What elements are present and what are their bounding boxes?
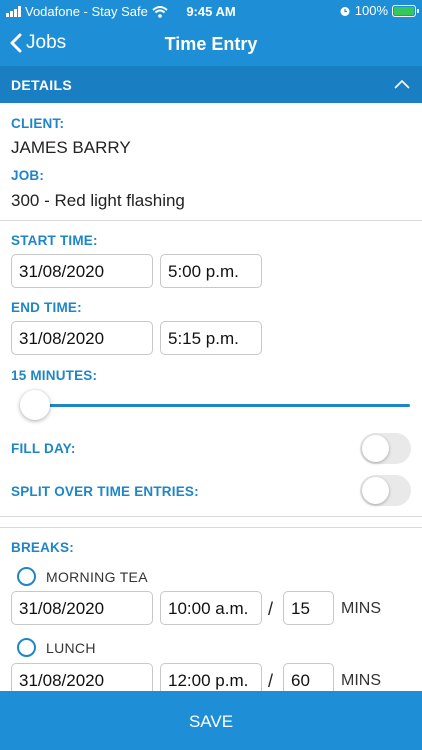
divider [0,527,422,528]
mins-label: MINS [341,672,381,689]
status-right: 100% [339,3,419,18]
separator-slash: / [268,599,274,619]
toggle-knob [362,477,389,504]
split-label: SPLIT OVER TIME ENTRIES: [11,484,199,499]
divider [0,220,422,221]
end-time-label: END TIME: [11,300,82,315]
details-header-label: DETAILS [11,77,72,93]
morning-tea-time-field[interactable]: 10:00 a.m. [160,591,262,625]
client-label: CLIENT: [11,116,65,131]
morning-tea-minutes-field[interactable]: 15 [283,591,334,625]
separator-slash: / [268,671,274,691]
lunch-radio[interactable] [17,638,36,657]
chevron-up-icon[interactable] [394,78,410,90]
toggle-knob [362,435,389,462]
job-label: JOB: [11,168,45,183]
top-bar: Vodafone - Stay Safe 9:45 AM 100% Jobs T… [0,0,422,66]
page-title: Time Entry [164,34,258,54]
fill-day-toggle[interactable] [360,433,411,464]
alarm-icon [340,6,350,16]
nav-bar: Jobs Time Entry [0,22,422,66]
duration-slider-thumb[interactable] [20,390,50,420]
lunch-label: LUNCH [46,640,96,656]
mins-label: MINS [341,600,381,617]
duration-slider-track[interactable] [30,404,410,407]
fill-day-label: FILL DAY: [11,441,76,456]
morning-tea-radio[interactable] [17,567,36,586]
start-time-field[interactable]: 5:00 p.m. [160,254,262,288]
save-button[interactable]: SAVE [0,691,422,750]
start-time-label: START TIME: [11,233,98,248]
start-date-field[interactable]: 31/08/2020 [11,254,153,288]
morning-tea-label: MORNING TEA [46,569,148,585]
battery-percent: 100% [354,3,388,18]
end-date-field[interactable]: 31/08/2020 [11,321,153,355]
status-bar: Vodafone - Stay Safe 9:45 AM 100% [0,0,422,22]
divider [0,516,422,517]
battery-charging-icon [392,4,419,17]
breaks-label: BREAKS: [11,540,74,555]
client-value: JAMES BARRY [11,138,131,157]
split-toggle[interactable] [360,475,411,506]
details-section-header[interactable]: DETAILS [0,66,422,103]
duration-label: 15 MINUTES: [11,368,98,383]
morning-tea-date-field[interactable]: 31/08/2020 [11,591,153,625]
job-value: 300 - Red light flashing [11,191,185,210]
end-time-field[interactable]: 5:15 p.m. [160,321,262,355]
